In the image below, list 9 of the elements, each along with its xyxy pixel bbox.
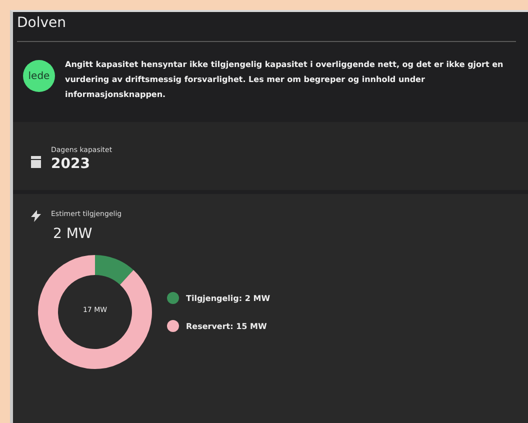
calendar-icon [31, 156, 41, 168]
legend-label: Tilgjengelig: 2 MW [186, 294, 270, 302]
notice-text: Angitt kapasitet hensyntar ikke tilgjengelig kapasitet i overliggende nett, og det er ikke gjort en vurdering av driftsmessig forsvarlighet. Les mer om begreper og innhold under informasjonsknappen. [65, 59, 504, 101]
window-title: Dolven [16, 14, 68, 33]
capacity-value: 2023 [51, 156, 91, 172]
legend-label: Reservert: 15 MW [186, 322, 267, 330]
estimate-value: 2 MW [53, 226, 94, 242]
lede-badge: lede [23, 60, 55, 92]
lightning-icon [31, 210, 41, 222]
